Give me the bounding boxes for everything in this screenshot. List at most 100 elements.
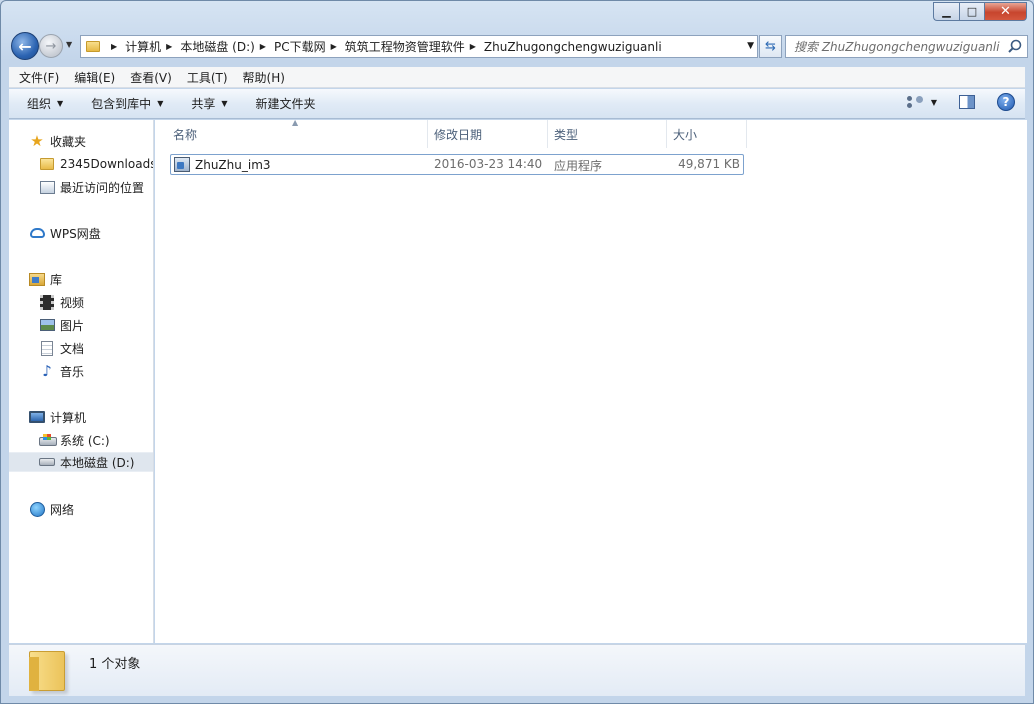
- include-in-library-button[interactable]: 包含到库中 ▼: [73, 95, 173, 112]
- file-row[interactable]: ZhuZhu_im3 2016-03-23 14:40 应用程序 49,871 …: [170, 154, 744, 175]
- recent-pages-dropdown[interactable]: ▼: [66, 40, 72, 49]
- share-button[interactable]: 共享 ▼: [173, 95, 237, 112]
- menu-view[interactable]: 查看(V): [120, 69, 177, 86]
- breadcrumb: ▶ 计算机 ▶ 本地磁盘 (D:) ▶ PC下载网 ▶ 筑筑工程物资管理软件 ▶…: [106, 38, 662, 55]
- breadcrumb-pc-download[interactable]: PC下载网: [274, 38, 326, 55]
- nav-network[interactable]: 网络: [9, 499, 153, 519]
- organize-button[interactable]: 组织 ▼: [9, 95, 73, 112]
- nav-documents[interactable]: 文档: [9, 338, 153, 358]
- cloud-icon: [29, 225, 45, 241]
- breadcrumb-drive-d[interactable]: 本地磁盘 (D:): [180, 38, 254, 55]
- nav-2345downloads-label: 2345Downloads: [60, 157, 154, 171]
- chevron-down-icon: ▼: [221, 99, 228, 108]
- menu-bar: 文件(F) 编辑(E) 查看(V) 工具(T) 帮助(H): [9, 67, 1025, 88]
- nav-favorites[interactable]: ★ 收藏夹: [9, 131, 153, 151]
- music-note-icon: ♪: [42, 361, 52, 380]
- new-folder-button[interactable]: 新建文件夹: [238, 95, 326, 112]
- breadcrumb-computer[interactable]: 计算机: [125, 38, 161, 55]
- column-header-size[interactable]: 大小: [667, 120, 747, 148]
- video-icon: [39, 294, 55, 310]
- menu-edit[interactable]: 编辑(E): [64, 69, 120, 86]
- breadcrumb-software[interactable]: 筑筑工程物资管理软件: [345, 38, 465, 55]
- recent-places-icon: [39, 179, 55, 195]
- change-view-button[interactable]: ▼: [906, 96, 937, 108]
- refresh-button[interactable]: ⇆: [759, 35, 782, 58]
- file-list-pane: ▲ 名称 修改日期 类型 大小 ZhuZhu_im3 2016-03-23 14…: [155, 118, 1027, 643]
- chevron-right-icon[interactable]: ▶: [166, 42, 172, 51]
- close-button[interactable]: ✕: [984, 2, 1027, 21]
- help-icon[interactable]: ?: [997, 93, 1015, 111]
- nav-drive-c[interactable]: 系统 (C:): [9, 430, 153, 450]
- menu-file[interactable]: 文件(F): [9, 69, 64, 86]
- nav-computer-label: 计算机: [50, 410, 87, 425]
- column-header-size-label: 大小: [673, 127, 698, 142]
- include-in-library-label: 包含到库中: [91, 97, 152, 111]
- file-modified: 2016-03-23 14:40: [434, 157, 543, 171]
- file-size: 49,871 KB: [678, 157, 740, 171]
- forward-button[interactable]: →: [39, 34, 63, 58]
- search-box[interactable]: [785, 35, 1028, 58]
- address-bar[interactable]: ▶ 计算机 ▶ 本地磁盘 (D:) ▶ PC下载网 ▶ 筑筑工程物资管理软件 ▶…: [80, 35, 758, 58]
- search-icon[interactable]: [1008, 39, 1022, 53]
- nav-videos[interactable]: 视频: [9, 292, 153, 312]
- nav-libraries[interactable]: 库: [9, 269, 153, 289]
- back-button[interactable]: ←: [11, 32, 39, 60]
- chevron-right-icon[interactable]: ▶: [331, 42, 337, 51]
- minimize-button[interactable]: ▁: [933, 2, 959, 21]
- picture-icon: [39, 317, 55, 333]
- breadcrumb-current-folder[interactable]: ZhuZhugongchengwuziguanli: [484, 40, 662, 54]
- file-type: 应用程序: [554, 159, 603, 173]
- search-input[interactable]: [794, 39, 1004, 54]
- nav-pictures[interactable]: 图片: [9, 315, 153, 335]
- new-folder-label: 新建文件夹: [255, 97, 316, 111]
- chevron-down-icon: ▼: [57, 99, 64, 108]
- nav-drive-d[interactable]: 本地磁盘 (D:): [9, 452, 153, 472]
- nav-computer[interactable]: 计算机: [9, 407, 153, 427]
- column-header-type[interactable]: 类型: [548, 120, 667, 148]
- chevron-right-icon[interactable]: ▶: [260, 42, 266, 51]
- command-bar: 组织 ▼ 包含到库中 ▼ 共享 ▼ 新建文件夹 ▼ ?: [9, 89, 1025, 119]
- address-dropdown-icon[interactable]: ▼: [747, 41, 754, 51]
- explorer-window: ▁ □ ✕ ← → ▼ ▶ 计算机 ▶ 本地磁盘 (D:) ▶ PC下载网 ▶ …: [0, 0, 1034, 704]
- column-header-modified-label: 修改日期: [434, 127, 483, 142]
- column-header-type-label: 类型: [554, 127, 579, 142]
- item-count: 1 个对象: [89, 657, 141, 672]
- document-icon: [39, 340, 55, 356]
- view-list-icon: [906, 96, 923, 108]
- nav-recent-places[interactable]: 最近访问的位置: [9, 177, 153, 197]
- chevron-right-icon[interactable]: ▶: [111, 42, 117, 51]
- chevron-down-icon: ▼: [157, 99, 164, 108]
- computer-icon: [29, 409, 45, 425]
- nav-drive-d-label: 本地磁盘 (D:): [60, 455, 135, 470]
- nav-2345downloads[interactable]: 2345Downloads: [9, 154, 154, 174]
- folder-icon: [39, 156, 55, 172]
- file-name-cell[interactable]: ZhuZhu_im3: [174, 157, 271, 172]
- column-header-modified[interactable]: 修改日期: [428, 120, 548, 148]
- drive-icon: [39, 454, 55, 470]
- nav-wps-cloud[interactable]: WPS网盘: [9, 223, 153, 243]
- menu-tools[interactable]: 工具(T): [177, 69, 233, 86]
- nav-documents-label: 文档: [60, 341, 85, 356]
- chevron-right-icon[interactable]: ▶: [470, 42, 476, 51]
- application-icon: [174, 157, 190, 172]
- details-pane: 1 个对象: [9, 644, 1025, 696]
- chevron-down-icon: ▼: [930, 97, 937, 107]
- column-header-name-label: 名称: [173, 127, 198, 142]
- maximize-button[interactable]: □: [959, 2, 984, 21]
- share-label: 共享: [191, 97, 216, 111]
- preview-pane-icon[interactable]: [959, 95, 975, 109]
- view-controls: ▼ ?: [906, 93, 1015, 111]
- column-header-name[interactable]: 名称: [167, 120, 428, 148]
- nav-music-label: 音乐: [60, 364, 85, 379]
- nav-music[interactable]: ♪ 音乐: [9, 361, 153, 381]
- nav-recent-places-label: 最近访问的位置: [60, 180, 145, 195]
- nav-libraries-label: 库: [50, 272, 63, 287]
- menu-help[interactable]: 帮助(H): [233, 69, 290, 86]
- navigation-row: ← → ▼ ▶ 计算机 ▶ 本地磁盘 (D:) ▶ PC下载网 ▶ 筑筑工程物资…: [9, 31, 1028, 61]
- organize-label: 组织: [27, 97, 52, 111]
- nav-wps-cloud-label: WPS网盘: [50, 226, 101, 241]
- navigation-pane: ★ 收藏夹 2345Downloads 最近访问的位置 WPS网盘 库 视频 图…: [9, 120, 154, 643]
- file-name: ZhuZhu_im3: [195, 157, 271, 172]
- nav-network-label: 网络: [50, 502, 75, 517]
- arrow-right-icon: →: [45, 38, 57, 54]
